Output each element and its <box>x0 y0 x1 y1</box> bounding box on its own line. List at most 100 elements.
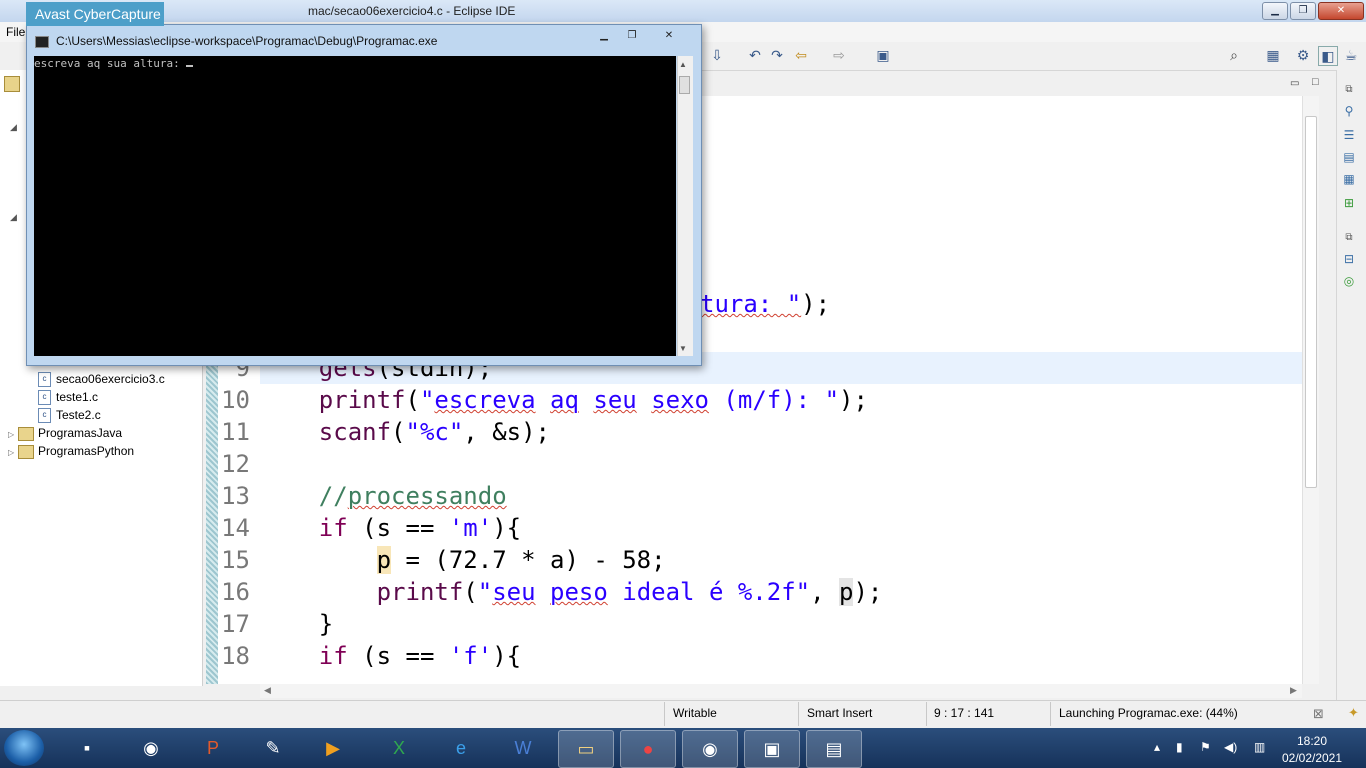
excel-taskbar-icon[interactable]: X <box>372 730 426 766</box>
last-edit-icon[interactable]: ↶ <box>746 46 764 64</box>
console-output-area[interactable] <box>34 56 676 356</box>
minimize-button[interactable]: ▁ <box>1262 2 1288 20</box>
properties-icon[interactable]: ▦ <box>1341 172 1357 188</box>
tree-item-label: secao06exercicio3.c <box>56 372 165 386</box>
folder-icon[interactable] <box>4 76 20 92</box>
project-folder-icon <box>18 444 34 459</box>
editor-minimize-icon[interactable]: ▭ <box>1290 78 1299 89</box>
console-maximize-button[interactable]: ❐ <box>620 29 644 43</box>
console-scroll-thumb[interactable] <box>679 76 690 94</box>
project-folder-icon <box>18 426 34 441</box>
menu-file[interactable]: File <box>6 25 25 39</box>
c-file-icon: c <box>38 390 51 406</box>
line-number: 14 <box>221 514 250 542</box>
code-line: printf("escreva aq seu sexo (m/f): "); <box>318 386 868 414</box>
maximize-button[interactable]: ❐ <box>1290 2 1316 20</box>
cmd-taskbar-icon[interactable]: ▪ <box>60 730 114 766</box>
status-insert-mode: Smart Insert <box>807 706 873 720</box>
flag-icon[interactable]: ⚑ <box>1200 740 1211 754</box>
tree-item-project[interactable]: ▷ ProgramasPython <box>8 442 134 460</box>
tree-item-file[interactable]: c teste1.c <box>38 388 98 406</box>
explorer-taskbar-icon[interactable]: ▭ <box>558 730 614 768</box>
console-scroll-up-arrow-icon[interactable]: ▲ <box>679 60 687 69</box>
code-line: printf("seu peso ideal é %.2f", p); <box>376 578 883 606</box>
c-file-icon: c <box>38 372 51 388</box>
editor-maximize-icon[interactable]: □ <box>1312 76 1319 88</box>
network-icon[interactable]: ▥ <box>1254 740 1265 754</box>
line-number: 11 <box>221 418 250 446</box>
tree-item-label: ProgramasPython <box>38 444 135 458</box>
scroll-right-arrow-icon[interactable]: ▶ <box>1290 685 1297 696</box>
task-list-icon[interactable]: ☰ <box>1341 128 1357 144</box>
tip-bulb-icon[interactable]: ✦ <box>1348 705 1359 721</box>
expand-arrow-icon[interactable]: ◢ <box>10 122 17 133</box>
battery-icon[interactable]: ▮ <box>1176 740 1183 754</box>
clock-date[interactable]: 02/02/2021 <box>1280 751 1344 765</box>
next-annotation-icon[interactable]: ⇩ <box>708 46 726 64</box>
tree-item-label: ProgramasJava <box>38 426 123 440</box>
eclipse-window-title: mac/secao06exercicio4.c - Eclipse IDE <box>308 4 516 18</box>
code-line: if (s == 'f'){ <box>318 642 522 670</box>
line-number: 17 <box>221 610 250 638</box>
hierarchy-icon[interactable]: ⊟ <box>1341 252 1357 268</box>
status-writable: Writable <box>673 706 717 720</box>
c-perspective-icon[interactable]: ◧ <box>1318 46 1338 66</box>
powerpoint-taskbar-icon[interactable]: P <box>186 730 240 766</box>
debug-perspective-icon[interactable]: ⚙ <box>1294 46 1312 64</box>
clock-time[interactable]: 18:20 <box>1290 734 1334 748</box>
code-line: } <box>261 610 334 638</box>
console-scroll-down-arrow-icon[interactable]: ▼ <box>679 344 687 353</box>
forward-arrow-icon[interactable]: ⇨ <box>830 46 848 64</box>
chrome-taskbar-icon[interactable]: ● <box>620 730 676 768</box>
back-arrow-icon[interactable]: ⇦ <box>792 46 810 64</box>
remote-desktop-taskbar-icon[interactable]: ▣ <box>744 730 800 768</box>
build-icon[interactable]: ⊞ <box>1341 196 1357 212</box>
perspective-icon[interactable]: ▦ <box>1264 46 1282 64</box>
progress-cancel-icon[interactable]: ⊠ <box>1313 706 1324 722</box>
internet-explorer-taskbar-icon[interactable]: e <box>434 730 488 766</box>
expand-arrow-icon[interactable]: ◢ <box>10 212 17 223</box>
status-separator <box>926 702 927 726</box>
close-button[interactable]: ✕ <box>1318 2 1364 20</box>
console-scrollbar[interactable] <box>677 56 693 356</box>
word-taskbar-icon[interactable]: W <box>496 730 550 766</box>
tree-item-project[interactable]: ▷ ProgramasJava <box>8 424 122 442</box>
console-output: escreva aq sua altura: <box>34 57 194 70</box>
line-number: 18 <box>221 642 250 670</box>
console-minimize-button[interactable]: ▁ <box>592 29 616 43</box>
avast-label: Avast CyberCapture <box>35 6 161 22</box>
collapsed-arrow-icon[interactable]: ▷ <box>8 444 18 462</box>
console-view-icon[interactable]: ▤ <box>1341 150 1357 166</box>
status-separator <box>1050 702 1051 726</box>
console-close-button[interactable]: ✕ <box>652 29 686 43</box>
line-number: 10 <box>221 386 250 414</box>
scroll-left-arrow-icon[interactable]: ◀ <box>264 685 271 696</box>
media-player-taskbar-icon[interactable]: ▶ <box>306 730 360 766</box>
line-number: 12 <box>221 450 250 478</box>
tree-item-file[interactable]: c Teste2.c <box>38 406 101 424</box>
java-perspective-icon[interactable]: ☕ <box>1342 46 1360 64</box>
vertical-scrollbar[interactable] <box>1305 116 1317 488</box>
outline-icon[interactable]: ⚲ <box>1341 104 1357 120</box>
tree-item-file[interactable]: c secao06exercicio3.c <box>38 370 165 388</box>
horizontal-scrollbar[interactable] <box>260 684 1302 698</box>
show-hidden-icons-icon[interactable]: ▴ <box>1154 740 1160 754</box>
target-icon[interactable]: ◎ <box>1341 274 1357 290</box>
forward-edit-icon[interactable]: ↷ <box>768 46 786 64</box>
eclipse-ide-taskbar-icon[interactable]: ◉ <box>682 730 738 768</box>
console-taskbar-icon[interactable]: ▤ <box>806 730 862 768</box>
volume-icon[interactable]: ◀) <box>1224 740 1237 754</box>
restore-icon[interactable]: ⧉ <box>1341 232 1357 248</box>
line-number: 13 <box>221 482 250 510</box>
restore-icon[interactable]: ⧉ <box>1341 84 1357 100</box>
tree-item-label: Teste2.c <box>56 408 101 422</box>
status-cursor-position: 9 : 17 : 141 <box>934 706 995 720</box>
code-line-partial: tura: "); <box>700 290 831 318</box>
eclipse-taskbar-icon[interactable]: ◉ <box>124 730 178 766</box>
start-button[interactable] <box>4 730 44 766</box>
search-icon[interactable]: ⌕ <box>1225 46 1243 64</box>
status-launch-progress: Launching Programac.exe: (44%) <box>1059 706 1238 720</box>
code-line: //processando <box>318 482 507 510</box>
open-perspective-icon[interactable]: ▣ <box>874 46 892 64</box>
paint-taskbar-icon[interactable]: ✎ <box>246 730 300 766</box>
